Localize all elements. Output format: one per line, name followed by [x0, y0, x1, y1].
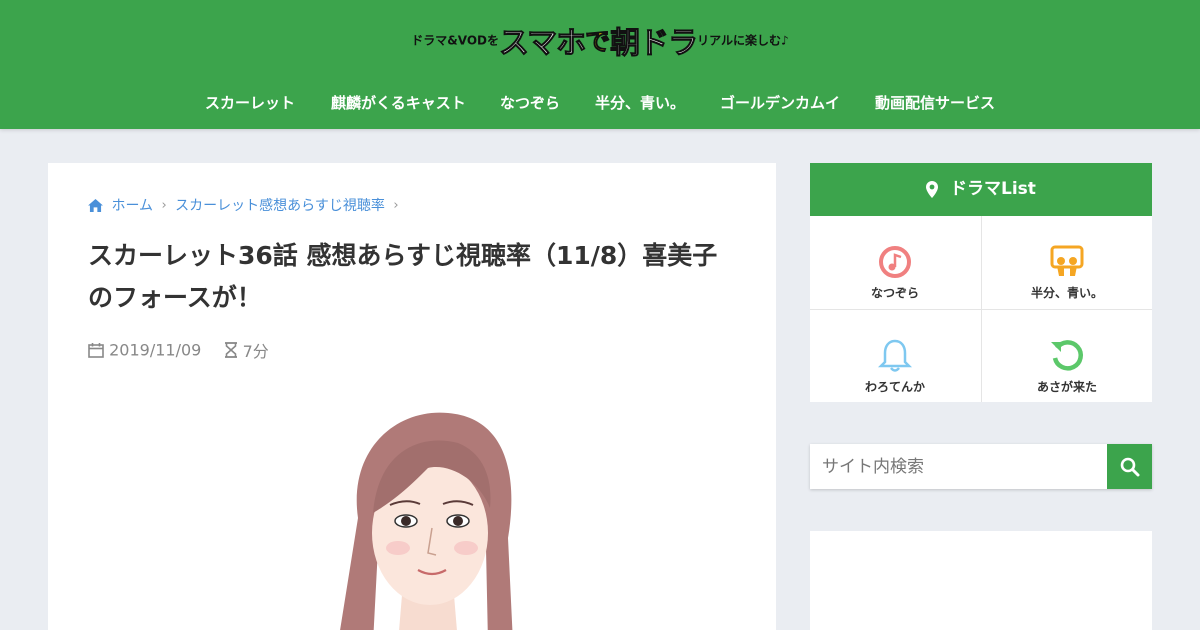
nav-item-natsuzora[interactable]: なつぞら [500, 92, 560, 113]
drama-item-natsuzora[interactable]: なつぞら [810, 216, 980, 308]
search-button[interactable] [1107, 444, 1152, 489]
drama-item-label: わろてんか [864, 380, 925, 394]
widget-header: ドラマList [810, 163, 1152, 216]
drama-grid: なつぞら 半分、青い。 わろてんか あさが来た [810, 216, 1152, 402]
drama-item-label: なつぞら [870, 286, 919, 300]
nav-item-golden-kamuy[interactable]: ゴールデンカムイ [720, 92, 840, 113]
logo-de: で [585, 27, 611, 57]
logo-prefix: ドラマ&VODを [411, 33, 500, 48]
drama-list-widget: ドラマList なつぞら 半分、青い。 わろてんか あさが来た [810, 163, 1152, 402]
sidebar-ad-box [810, 531, 1152, 630]
chevron-right-icon: › [161, 197, 167, 213]
drama-item-hanbun-aoi[interactable]: 半分、青い。 [982, 216, 1152, 308]
home-icon [88, 198, 103, 212]
music-note-icon [879, 246, 911, 278]
chevron-right-icon: › [393, 197, 399, 213]
breadcrumb-home[interactable]: ホーム [111, 198, 153, 214]
post-date: 2019/11/09 [109, 340, 202, 360]
site-header: ドラマ&VODをスマホで朝ドラリアルに楽しむ♪ スカーレット 麒麟がくるキャスト… [0, 0, 1200, 129]
breadcrumb: ホーム › スカーレット感想あらすじ視聴率 › [88, 195, 403, 215]
nav-item-scarlet[interactable]: スカーレット [205, 92, 295, 113]
logo-suffix: リアルに楽しむ♪ [697, 33, 789, 48]
drama-item-label: あさが来た [1036, 380, 1097, 394]
article-card: ホーム › スカーレット感想あらすじ視聴率 › スカーレット36話 感想あらすじ… [48, 163, 776, 630]
global-nav: スカーレット 麒麟がくるキャスト なつぞら 半分、青い。 ゴールデンカムイ 動画… [0, 82, 1200, 124]
calendar-icon [88, 343, 104, 358]
breadcrumb-category[interactable]: スカーレット感想あらすじ視聴率 [175, 198, 385, 214]
site-logo[interactable]: ドラマ&VODをスマホで朝ドラリアルに楽しむ♪ [0, 18, 1200, 62]
hourglass-icon [224, 342, 237, 358]
refresh-icon [1051, 340, 1083, 371]
widget-title: ドラマList [950, 179, 1036, 199]
drama-item-asagakita[interactable]: あさが来た [982, 310, 1152, 402]
nav-item-hanbun-aoi[interactable]: 半分、青い。 [595, 92, 685, 113]
article-illustration [340, 412, 513, 630]
article-meta: 2019/11/09 7分 [88, 338, 269, 362]
slideshare-icon [1050, 245, 1084, 276]
nav-item-vod[interactable]: 動画配信サービス [875, 92, 995, 113]
search-form [810, 444, 1152, 489]
read-time: 7分 [242, 342, 269, 361]
search-icon [1120, 457, 1139, 476]
nav-item-kirin[interactable]: 麒麟がくるキャスト [331, 92, 466, 113]
logo-main2: 朝ドラ [610, 26, 699, 62]
map-pin-icon [926, 180, 939, 198]
drama-item-warotenka[interactable]: わろてんか [810, 310, 980, 402]
drama-item-label: 半分、青い。 [1030, 286, 1103, 300]
bell-icon [877, 339, 913, 372]
article-title: スカーレット36話 感想あらすじ視聴率（11/8）喜美子のフォースが！ [88, 241, 718, 312]
search-input[interactable] [810, 444, 1107, 489]
logo-main: スマホ [499, 26, 587, 62]
